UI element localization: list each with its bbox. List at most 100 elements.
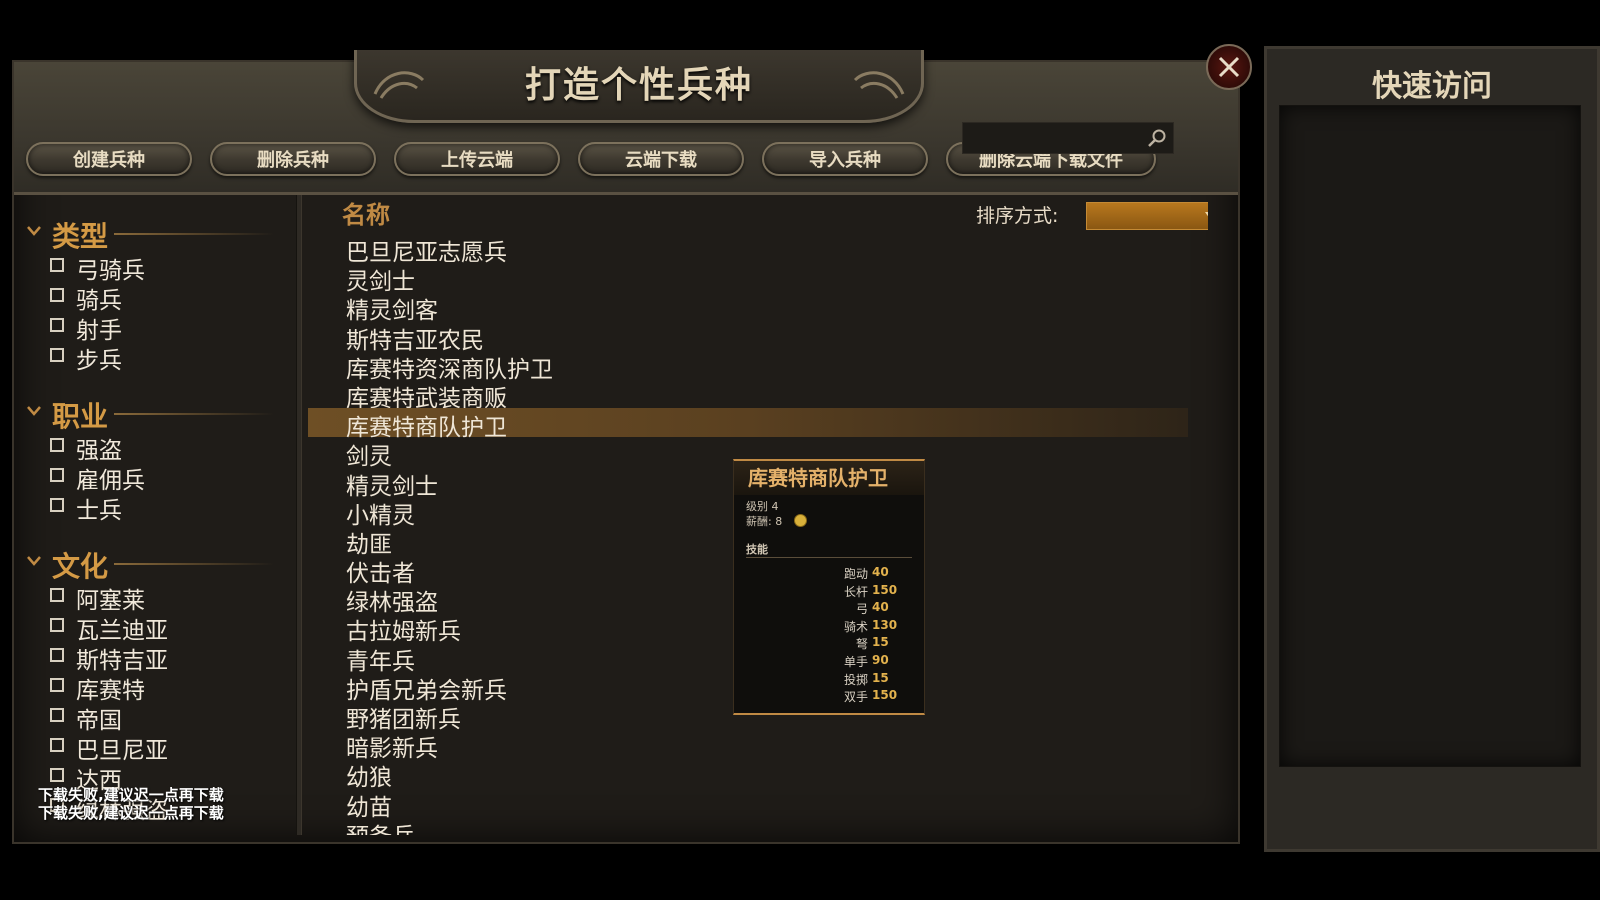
filter-groups: 类型 弓骑兵 骑兵 射手 步兵 职业 强盗 雇佣兵 士兵 文化 阿塞莱 瓦兰迪亚… — [14, 215, 296, 835]
skill-row: 骑术 130 — [734, 618, 924, 636]
filter-option[interactable]: 骑兵 — [14, 281, 296, 314]
checkbox[interactable] — [50, 738, 64, 752]
close-icon — [1218, 56, 1240, 78]
checkbox[interactable] — [50, 588, 64, 602]
skill-value: 15 — [872, 635, 889, 650]
filter-option-label: 巴旦尼亚 — [76, 738, 168, 764]
unit-row[interactable]: 预备兵 — [308, 817, 1188, 835]
filter-option[interactable]: 强盗 — [14, 431, 296, 464]
unit-row[interactable]: 斯特吉亚农民 — [308, 321, 1188, 354]
unit-row[interactable]: 幼苗 — [308, 788, 1188, 821]
unit-row[interactable]: 库赛特资深商队护卫 — [308, 350, 1188, 383]
skill-name: 投掷 — [843, 672, 868, 687]
filter-group-profession: 职业 强盗 雇佣兵 士兵 — [14, 395, 296, 524]
unit-row[interactable]: 巴旦尼亚志愿兵 — [308, 233, 1188, 266]
checkbox[interactable] — [50, 708, 64, 722]
filter-option-label: 雇佣兵 — [76, 468, 145, 494]
filter-option[interactable]: 巴旦尼亚 — [14, 731, 296, 764]
skill-row: 投掷 15 — [734, 671, 924, 689]
title-plate: 打造个性兵种 — [354, 50, 924, 123]
unit-name: 预备兵 — [346, 817, 415, 835]
ornament-right-icon — [853, 71, 905, 99]
chevron-down-icon[interactable] — [26, 405, 42, 417]
checkbox[interactable] — [50, 618, 64, 632]
filter-option[interactable]: 帝国 — [14, 701, 296, 734]
dropdown-arrow-icon — [1205, 212, 1208, 217]
chevron-down-icon[interactable] — [26, 555, 42, 567]
filter-option-label: 帝国 — [76, 708, 122, 734]
filter-option[interactable]: 斯特吉亚 — [14, 641, 296, 674]
skill-value: 15 — [872, 670, 889, 685]
filter-group-title: 文化 — [52, 550, 109, 583]
unit-row[interactable]: 灵剑士 — [308, 262, 1188, 295]
unit-row[interactable]: 精灵剑客 — [308, 291, 1188, 324]
filter-group-header[interactable]: 职业 — [14, 395, 296, 433]
filter-option[interactable]: 阿塞莱 — [14, 581, 296, 614]
filter-option-label: 阿塞莱 — [76, 588, 145, 614]
checkbox[interactable] — [50, 258, 64, 272]
unit-row[interactable]: 暗影新兵 — [308, 729, 1188, 762]
checkbox[interactable] — [50, 468, 64, 482]
filter-option-label: 斯特吉亚 — [76, 648, 168, 674]
filter-group-culture: 文化 阿塞莱 瓦兰迪亚 斯特吉亚 库赛特 帝国 巴旦尼亚 达西 绿林强盗 — [14, 545, 296, 824]
checkbox[interactable] — [50, 648, 64, 662]
chevron-down-icon[interactable] — [26, 225, 42, 237]
sort-dropdown[interactable] — [1086, 202, 1208, 230]
panel-divider — [296, 195, 302, 835]
filter-option[interactable]: 弓骑兵 — [14, 251, 296, 284]
skill-name: 跑动 — [843, 567, 868, 581]
skill-name: 长杆 — [843, 584, 868, 599]
filter-option[interactable]: 士兵 — [14, 491, 296, 524]
skill-name: 单手 — [843, 655, 868, 669]
checkbox[interactable] — [50, 678, 64, 692]
filter-option[interactable]: 雇佣兵 — [14, 461, 296, 494]
filter-group-header[interactable]: 文化 — [14, 545, 296, 583]
checkbox[interactable] — [50, 498, 64, 512]
checkbox[interactable] — [50, 768, 64, 782]
filter-option-label: 弓骑兵 — [76, 258, 145, 284]
divider — [114, 563, 274, 565]
filter-option[interactable]: 库赛特 — [14, 671, 296, 704]
upload-cloud-button[interactable]: 上传云端 — [394, 142, 560, 176]
filter-option-label: 步兵 — [76, 348, 122, 374]
skill-value: 150 — [872, 582, 898, 597]
filter-option-label: 强盗 — [76, 438, 122, 464]
import-unit-button[interactable]: 导入兵种 — [762, 142, 928, 176]
quick-access-area[interactable] — [1279, 105, 1581, 767]
filter-option-label: 瓦兰迪亚 — [76, 618, 168, 644]
filter-option[interactable]: 瓦兰迪亚 — [14, 611, 296, 644]
checkbox[interactable] — [50, 318, 64, 332]
skill-row: 弓 40 — [734, 600, 924, 618]
skill-row: 长杆 150 — [734, 583, 924, 601]
unit-tooltip: 库赛特商队护卫 级别 4 薪酬: 8 技能 跑动 40 长杆 150 弓 40 骑术 130 弩… — [733, 459, 925, 715]
filter-option-label: 骑兵 — [76, 288, 122, 314]
sort-label: 排序方式: — [976, 205, 1059, 227]
checkbox[interactable] — [50, 288, 64, 302]
notice-message: 下载失败,建议迟一点再下载 — [38, 804, 224, 822]
column-header-name[interactable]: 名称 — [342, 195, 390, 230]
skill-value: 40 — [872, 600, 889, 615]
skill-name: 弓 — [855, 602, 868, 617]
skill-row: 单手 90 — [734, 653, 924, 671]
unit-row[interactable]: 幼狼 — [308, 758, 1188, 791]
filter-option-label: 库赛特 — [76, 678, 145, 704]
filter-group-type: 类型 弓骑兵 骑兵 射手 步兵 — [14, 215, 296, 374]
filter-option[interactable]: 步兵 — [14, 341, 296, 374]
checkbox[interactable] — [50, 438, 64, 452]
skill-value: 90 — [872, 653, 889, 667]
unit-row[interactable]: 库赛特武装商贩 — [308, 379, 1188, 412]
search-icon[interactable] — [1147, 128, 1167, 148]
tooltip-skills-header: 技能 — [746, 543, 768, 556]
filter-option-label: 士兵 — [76, 498, 122, 524]
cloud-download-button[interactable]: 云端下载 — [578, 142, 744, 176]
close-button[interactable] — [1206, 44, 1252, 90]
unit-row-selected[interactable]: 库赛特商队护卫 — [308, 408, 1188, 441]
tooltip-title: 库赛特商队护卫 — [734, 461, 924, 495]
divider — [114, 233, 274, 235]
search-input[interactable] — [962, 122, 1174, 154]
divider — [746, 557, 912, 558]
checkbox[interactable] — [50, 348, 64, 362]
filter-option[interactable]: 射手 — [14, 311, 296, 344]
filter-group-title: 职业 — [52, 400, 109, 433]
filter-group-header[interactable]: 类型 — [14, 215, 296, 253]
